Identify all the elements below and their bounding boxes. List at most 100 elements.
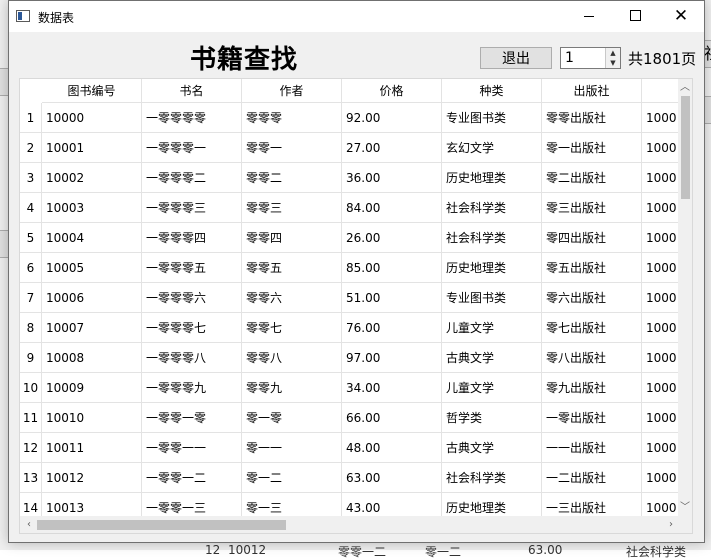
table-cell[interactable]: 34.00 [342, 373, 442, 403]
table-cell[interactable]: 10002 [42, 163, 142, 193]
table-cell[interactable]: 一零出版社 [542, 403, 642, 433]
scroll-left-arrow-icon[interactable]: ‹ [22, 516, 36, 533]
row-number[interactable]: 9 [20, 343, 42, 373]
row-number[interactable]: 2 [20, 133, 42, 163]
table-cell[interactable]: 10010 [42, 403, 142, 433]
close-button[interactable]: ✕ [658, 1, 704, 32]
table-cell[interactable]: 一零零零八 [142, 343, 242, 373]
table-cell[interactable]: 一零零零二 [142, 163, 242, 193]
row-number[interactable]: 6 [20, 253, 42, 283]
table-cell[interactable]: 零零五 [242, 253, 342, 283]
table-cell[interactable]: 古典文学 [442, 433, 542, 463]
table-cell[interactable]: 一零零一一 [142, 433, 242, 463]
table-cell[interactable]: 51.00 [342, 283, 442, 313]
column-header[interactable]: 价格 [342, 79, 442, 103]
table-cell[interactable]: 一零零一零 [142, 403, 242, 433]
minimize-button[interactable] [566, 1, 612, 32]
table-cell[interactable]: 零零三 [242, 193, 342, 223]
table-cell[interactable]: 历史地理类 [442, 253, 542, 283]
table-cell[interactable]: 10003 [42, 193, 142, 223]
column-header[interactable]: 种类 [442, 79, 542, 103]
column-header[interactable]: 作者 [242, 79, 342, 103]
table-cell[interactable]: 10008 [42, 343, 142, 373]
page-number-input[interactable]: 1 [565, 50, 574, 66]
table-cell[interactable]: 零零四 [242, 223, 342, 253]
table-cell[interactable]: 零七出版社 [542, 313, 642, 343]
table-cell[interactable]: 专业图书类 [442, 103, 542, 133]
table-cell[interactable]: 零一出版社 [542, 133, 642, 163]
table-cell[interactable]: 社会科学类 [442, 223, 542, 253]
table-cell[interactable]: 一零零零五 [142, 253, 242, 283]
table-cell[interactable]: 36.00 [342, 163, 442, 193]
table-cell[interactable]: 哲学类 [442, 403, 542, 433]
row-number[interactable]: 11 [20, 403, 42, 433]
table-cell[interactable]: 社会科学类 [442, 193, 542, 223]
table-cell[interactable]: 10011 [42, 433, 142, 463]
table-cell[interactable]: 48.00 [342, 433, 442, 463]
table-cell[interactable]: 10001 [42, 133, 142, 163]
row-number[interactable]: 12 [20, 433, 42, 463]
row-number[interactable]: 13 [20, 463, 42, 493]
table-cell[interactable]: 66.00 [342, 403, 442, 433]
table-cell[interactable]: 玄幻文学 [442, 133, 542, 163]
table-cell[interactable]: 专业图书类 [442, 283, 542, 313]
row-number[interactable]: 8 [20, 313, 42, 343]
table-cell[interactable]: 社会科学类 [442, 463, 542, 493]
column-header[interactable]: 出版社 [542, 79, 642, 103]
column-header[interactable] [642, 79, 678, 103]
table-cell[interactable]: 古典文学 [442, 343, 542, 373]
vertical-scrollbar[interactable]: ︿ ﹀ [678, 79, 692, 516]
horizontal-scrollbar[interactable]: ‹ › [20, 516, 692, 533]
table-cell[interactable]: 零六出版社 [542, 283, 642, 313]
table-cell[interactable]: 零四出版社 [542, 223, 642, 253]
table-cell[interactable]: 10005 [42, 253, 142, 283]
row-number[interactable]: 1 [20, 103, 42, 133]
maximize-button[interactable] [612, 1, 658, 32]
table-cell[interactable]: 零一二 [242, 463, 342, 493]
title-bar[interactable]: 数据表 ✕ [9, 1, 704, 32]
exit-button[interactable]: 退出 [480, 47, 552, 69]
table-cell[interactable]: 零零六 [242, 283, 342, 313]
scroll-down-arrow-icon[interactable]: ﹀ [678, 499, 692, 516]
table-cell[interactable]: 10012 [42, 463, 142, 493]
table-cell[interactable]: 一零零一二 [142, 463, 242, 493]
table-cell[interactable]: 零二出版社 [542, 163, 642, 193]
table-cell[interactable]: 97.00 [342, 343, 442, 373]
table-cell[interactable]: 92.00 [342, 103, 442, 133]
row-number[interactable]: 7 [20, 283, 42, 313]
table-cell[interactable]: 10006 [42, 283, 142, 313]
table-cell[interactable]: 零三出版社 [542, 193, 642, 223]
table-cell[interactable]: 27.00 [342, 133, 442, 163]
table-cell[interactable]: 10007 [42, 313, 142, 343]
table-cell[interactable]: 历史地理类 [442, 163, 542, 193]
table-cell[interactable]: 零零七 [242, 313, 342, 343]
table-cell[interactable]: 一零零零九 [142, 373, 242, 403]
table-cell[interactable]: 零零二 [242, 163, 342, 193]
table-cell[interactable]: 84.00 [342, 193, 442, 223]
row-number[interactable]: 10 [20, 373, 42, 403]
table-cell[interactable]: 26.00 [342, 223, 442, 253]
scroll-up-arrow-icon[interactable]: ︿ [678, 79, 692, 96]
table-cell[interactable]: 零零九 [242, 373, 342, 403]
spin-down-arrow-icon[interactable]: ▼ [605, 58, 620, 68]
table-cell[interactable]: 零零出版社 [542, 103, 642, 133]
table-cell[interactable]: 一零零零七 [142, 313, 242, 343]
row-number[interactable]: 4 [20, 193, 42, 223]
table-cell[interactable]: 10000 [42, 103, 142, 133]
table-cell[interactable]: 一二出版社 [542, 463, 642, 493]
table-cell[interactable]: 10004 [42, 223, 142, 253]
table-cell[interactable]: 零零八 [242, 343, 342, 373]
table-cell[interactable]: 85.00 [342, 253, 442, 283]
column-header[interactable]: 图书编号 [42, 79, 142, 103]
table-cell[interactable]: 一零零零四 [142, 223, 242, 253]
table-cell[interactable]: 零零一 [242, 133, 342, 163]
table-cell[interactable]: 零九出版社 [542, 373, 642, 403]
vertical-scroll-thumb[interactable] [681, 96, 690, 199]
table-cell[interactable]: 零五出版社 [542, 253, 642, 283]
table-cell[interactable]: 儿童文学 [442, 373, 542, 403]
table-cell[interactable]: 一零零零六 [142, 283, 242, 313]
table-cell[interactable]: 零一零 [242, 403, 342, 433]
column-header[interactable]: 书名 [142, 79, 242, 103]
table-cell[interactable]: 一零零零零 [142, 103, 242, 133]
table-cell[interactable]: 76.00 [342, 313, 442, 343]
